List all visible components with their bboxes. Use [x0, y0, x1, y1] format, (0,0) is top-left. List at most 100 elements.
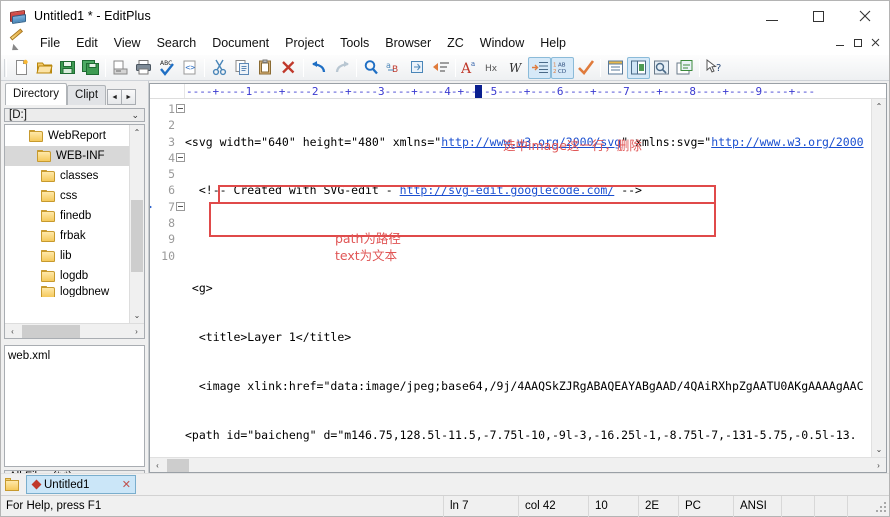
scroll-up-icon[interactable]: ⌃: [872, 99, 886, 114]
tab-clipt[interactable]: Clipt: [67, 85, 107, 105]
open-file-icon[interactable]: [33, 57, 56, 79]
folder-icon: [5, 478, 21, 491]
replace-icon[interactable]: a B: [383, 57, 406, 79]
document-tab-untitled1[interactable]: Untitled1 ✕: [26, 475, 136, 494]
print-preview-icon[interactable]: [109, 57, 132, 79]
drive-selector[interactable]: [D:] ⌄: [4, 108, 145, 122]
scroll-up-icon[interactable]: ⌃: [130, 125, 144, 140]
svg-text:CD: CD: [558, 69, 566, 75]
tree-item-finedb[interactable]: finedb: [5, 206, 129, 226]
match-case-icon[interactable]: 1 AB 2 CD: [551, 56, 574, 79]
redo-icon[interactable]: [330, 57, 353, 79]
code-content[interactable]: <svg width="640" height="480" xmlns=" htt…: [185, 99, 871, 457]
menu-item-project[interactable]: Project: [277, 33, 332, 53]
code-url[interactable]: http://svg-edit.googlecode.com/: [400, 183, 615, 197]
word-wrap-icon[interactable]: W: [505, 57, 528, 79]
svg-text:W: W: [509, 61, 523, 75]
menu-item-zc[interactable]: ZC: [439, 33, 472, 53]
menu-item-document[interactable]: Document: [204, 33, 277, 53]
scroll-track[interactable]: [20, 324, 129, 339]
copy-icon[interactable]: [231, 57, 254, 79]
toolbar-grip[interactable]: [4, 58, 7, 77]
list-item[interactable]: web.xml: [8, 348, 141, 364]
menu-item-tools[interactable]: Tools: [332, 33, 377, 53]
close-button[interactable]: [841, 1, 889, 31]
new-file-icon[interactable]: [10, 57, 33, 79]
tree-item-logdb[interactable]: logdb: [5, 266, 129, 286]
scroll-down-icon[interactable]: ⌄: [130, 308, 144, 323]
tab-scroll-right-icon[interactable]: ►: [121, 89, 137, 105]
menu-item-search[interactable]: Search: [149, 33, 205, 53]
help-pointer-icon[interactable]: ?: [703, 57, 726, 79]
paste-icon[interactable]: [254, 57, 277, 79]
menu-bar: File Edit View Search Document Project T…: [1, 27, 889, 55]
print-icon[interactable]: [132, 57, 155, 79]
mdi-minimize-button[interactable]: [831, 35, 848, 51]
find-icon[interactable]: [360, 57, 383, 79]
tree-item-lib[interactable]: lib: [5, 246, 129, 266]
menu-item-file[interactable]: File: [32, 33, 68, 53]
resize-grip[interactable]: [873, 499, 887, 513]
preview-browser-icon[interactable]: [650, 57, 673, 79]
scroll-down-icon[interactable]: ⌄: [872, 442, 886, 457]
fold-toggle-icon[interactable]: [176, 201, 185, 211]
tree-item-webreport[interactable]: WebReport: [5, 126, 129, 146]
menu-item-edit[interactable]: Edit: [68, 33, 106, 53]
tree-item-web-inf[interactable]: WEB-INF: [5, 146, 129, 166]
check-mark-icon[interactable]: [574, 57, 597, 79]
save-file-icon[interactable]: [56, 57, 79, 79]
tree-horizontal-scrollbar[interactable]: ‹ ›: [5, 323, 144, 338]
tab-directory[interactable]: Directory: [5, 83, 68, 105]
cut-icon[interactable]: [208, 57, 231, 79]
font-color-icon[interactable]: A a: [459, 57, 482, 79]
ruler-caret-marker: [475, 85, 482, 98]
save-all-icon[interactable]: [79, 57, 102, 79]
tree-item-css[interactable]: css: [5, 186, 129, 206]
scroll-thumb[interactable]: [167, 458, 189, 472]
sort-icon[interactable]: [429, 57, 452, 79]
document-tab-label: Untitled1: [44, 478, 90, 491]
delete-icon[interactable]: [277, 57, 300, 79]
scroll-left-icon[interactable]: ‹: [150, 458, 165, 473]
scroll-track[interactable]: [130, 140, 144, 308]
hex-view-icon[interactable]: Hx: [482, 57, 505, 79]
line-number: 8: [150, 215, 185, 231]
scroll-thumb[interactable]: [131, 200, 143, 272]
scroll-right-icon[interactable]: ›: [129, 324, 144, 339]
indent-icon[interactable]: [528, 56, 551, 79]
menu-item-window[interactable]: Window: [472, 33, 532, 53]
tab-scroll-left-icon[interactable]: ◄: [107, 89, 123, 105]
goto-icon[interactable]: [406, 57, 429, 79]
maximize-button[interactable]: [795, 1, 841, 31]
directory-panel-icon[interactable]: [627, 56, 650, 79]
view-source-icon[interactable]: <>: [178, 57, 201, 79]
code-line: <!-- Created with SVG-edit - http://svg-…: [185, 182, 871, 198]
undo-icon[interactable]: [307, 57, 330, 79]
tree-vertical-scrollbar[interactable]: ⌃ ⌄: [129, 125, 144, 323]
fold-toggle-icon[interactable]: [176, 152, 185, 162]
document-window-icon[interactable]: [604, 57, 627, 79]
scroll-track[interactable]: [165, 458, 871, 473]
scroll-left-icon[interactable]: ‹: [5, 324, 20, 339]
browser-external-icon[interactable]: [673, 57, 696, 79]
editor-text-area[interactable]: 1 2 3 4 5 6 7 8 9 10 <svg width="640" he…: [150, 99, 886, 457]
fold-toggle-icon[interactable]: [176, 104, 185, 113]
editor-vertical-scrollbar[interactable]: ⌃ ⌄: [871, 99, 886, 457]
mdi-restore-button[interactable]: [849, 35, 866, 51]
code-url[interactable]: http://www.w3.org/2000: [711, 135, 863, 149]
spell-check-icon[interactable]: ABC: [155, 57, 178, 79]
mdi-close-button[interactable]: [867, 35, 884, 51]
scroll-track[interactable]: [872, 114, 886, 442]
minimize-button[interactable]: [749, 1, 795, 31]
menu-item-browser[interactable]: Browser: [377, 33, 439, 53]
menu-item-help[interactable]: Help: [532, 33, 574, 53]
scroll-thumb[interactable]: [22, 324, 80, 338]
menu-item-view[interactable]: View: [106, 33, 149, 53]
tree-item-logdbnew[interactable]: logdbnew: [5, 286, 129, 297]
editor-horizontal-scrollbar[interactable]: ‹ ›: [150, 457, 886, 472]
tree-item-frbak[interactable]: frbak: [5, 226, 129, 246]
close-icon[interactable]: ✕: [114, 478, 131, 491]
file-list[interactable]: web.xml: [4, 345, 145, 467]
scroll-right-icon[interactable]: ›: [871, 458, 886, 473]
tree-item-classes[interactable]: classes: [5, 166, 129, 186]
